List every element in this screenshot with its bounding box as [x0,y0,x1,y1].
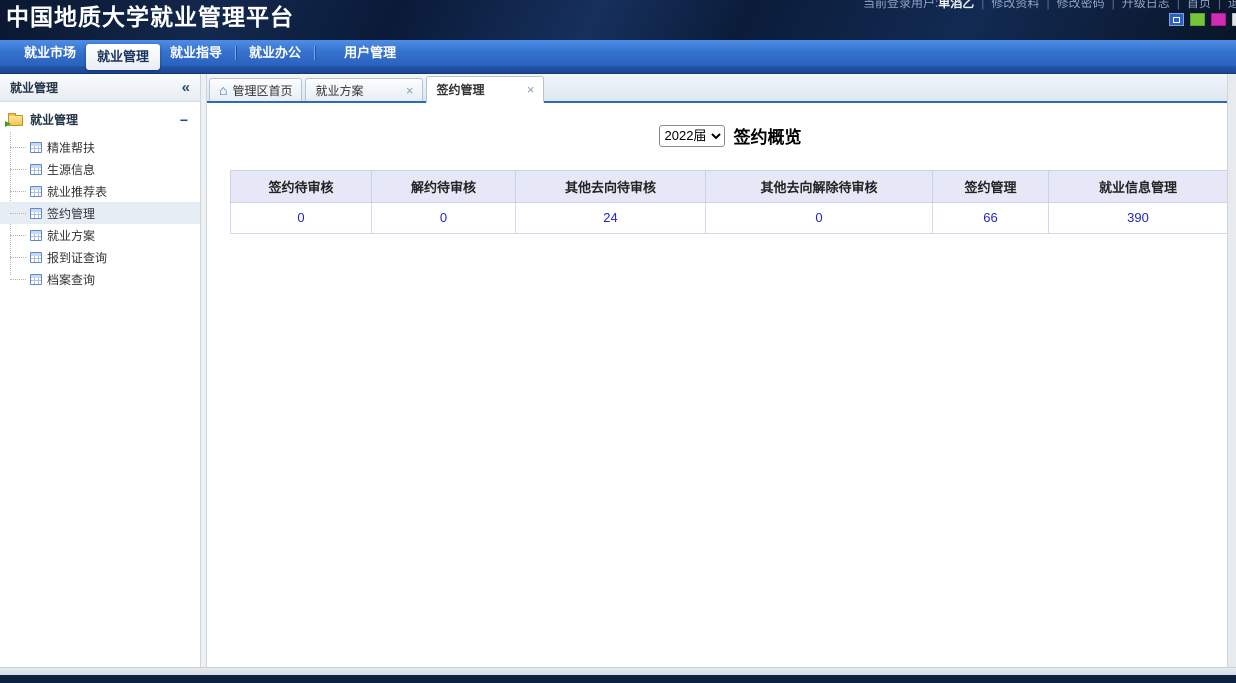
content-tabbar: ⌂ 管理区首页 就业方案 × 签约管理 × [207,74,1227,103]
current-user-label: 当前登录用户: [862,0,939,10]
change-password-link[interactable]: 修改密码 [1057,0,1105,10]
sidebar-item-employment-plan[interactable]: 就业方案 [0,224,200,246]
nav-item-employment-mgmt[interactable]: 就业管理 [86,44,161,70]
contract-overview-table: 签约待审核 解约待审核 其他去向待审核 其他去向解除待审核 签约管理 就业信息管… [230,170,1228,234]
sidebar-header: 就业管理 « [0,74,200,102]
value-link-contract-pending[interactable]: 0 [297,210,304,225]
value-link-other-destination-pending[interactable]: 24 [603,210,617,225]
col-header-termination-pending: 解约待审核 [371,170,516,203]
col-header-other-destination-pending: 其他去向待审核 [515,170,706,203]
overview-toolbar: 2022届 签约概览 [207,123,1227,148]
sidebar-item-archive-query[interactable]: 档案查询 [0,268,200,290]
home-link[interactable]: 首页 [1187,0,1211,10]
right-scroll-strip[interactable] [1227,74,1236,667]
edit-profile-link[interactable]: 修改资料 [991,0,1039,10]
sidebar-panel: 就业管理 « 就业管理 − 精准帮扶 生源信息 就业推荐表 签约管理 就业方案 … [0,74,200,667]
nav-item-user-mgmt[interactable]: 用户管理 [334,40,406,66]
nav-item-employment-office[interactable]: 就业办公 [239,40,311,66]
nav-underline-strip [0,66,1236,74]
table-icon [30,185,42,197]
table-header-row: 签约待审核 解约待审核 其他去向待审核 其他去向解除待审核 签约管理 就业信息管… [230,170,1228,203]
tab-admin-home[interactable]: ⌂ 管理区首页 [209,78,303,101]
value-link-other-destination-release-pending[interactable]: 0 [815,210,822,225]
logout-link[interactable]: 退出 [1228,0,1236,10]
col-header-contract-mgmt: 签约管理 [932,170,1049,203]
nav-item-career-guidance[interactable]: 就业指导 [160,40,232,66]
theme-swatch-blue[interactable] [1169,13,1184,26]
table-icon [30,273,42,285]
sidebar-item-recommendation-form[interactable]: 就业推荐表 [0,180,200,202]
tab-employment-plan[interactable]: 就业方案 × [305,78,424,101]
app-title: 中国地质大学就业管理平台 [6,4,294,30]
sidebar-tree-root[interactable]: 就业管理 − [0,102,200,134]
table-icon [30,207,42,219]
table-value-row: 0 0 24 0 66 390 [230,202,1228,234]
tree-collapse-minus-icon[interactable]: − [180,112,188,128]
col-header-employment-info-mgmt: 就业信息管理 [1048,170,1228,203]
app-window: 中国地质大学就业管理平台 当前登录用户:单滔乙 | 修改资料 | 修改密码 | 升级日志 | 首… [0,0,1236,683]
graduation-year-select[interactable]: 2022届 [658,124,725,147]
main-nav: 就业市场 就业管理 就业指导 就业办公 用户管理 [0,40,1236,70]
user-links-bar: 当前登录用户:单滔乙|修改资料|修改密码|升级日志|首页|退出 [863,0,1236,11]
sidebar-collapse-icon[interactable]: « [182,80,190,95]
sidebar-item-student-source-info[interactable]: 生源信息 [0,158,200,180]
app-header: 中国地质大学就业管理平台 当前登录用户:单滔乙 | 修改资料 | 修改密码 | 升级日志 | 首… [0,0,1236,40]
home-icon: ⌂ [219,82,228,98]
table-icon [30,229,42,241]
sidebar-item-precise-assistance[interactable]: 精准帮扶 [0,136,200,158]
tree-root-label: 就业管理 [30,113,79,127]
theme-swatch-green[interactable] [1190,13,1205,26]
sidebar-tree: 就业管理 − 精准帮扶 生源信息 就业推荐表 签约管理 就业方案 报到证查询 档… [0,102,200,290]
value-link-employment-info-mgmt[interactable]: 390 [1127,210,1149,225]
value-link-termination-pending[interactable]: 0 [440,210,447,225]
page-title: 签约概览 [733,128,802,147]
close-icon[interactable]: × [406,84,414,97]
sidebar-item-contract-mgmt[interactable]: 签约管理 [0,202,200,224]
col-header-other-destination-release-pending: 其他去向解除待审核 [705,170,933,203]
sidebar-panel-title: 就业管理 [10,81,59,95]
changelog-link[interactable]: 升级日志 [1122,0,1170,10]
table-icon [30,141,42,153]
close-icon[interactable]: × [527,83,535,96]
table-icon [30,163,42,175]
theme-swatch-magenta[interactable] [1211,13,1226,26]
theme-swatch-silver[interactable] [1232,13,1236,26]
status-bar [0,667,1236,675]
tab-contract-mgmt[interactable]: 签约管理 × [426,76,545,103]
nav-separator [314,46,316,60]
nav-item-job-market[interactable]: 就业市场 [14,40,86,66]
value-link-contract-mgmt[interactable]: 66 [983,210,997,225]
folder-icon [5,113,23,127]
bottom-bar [0,675,1236,683]
col-header-contract-pending: 签约待审核 [230,170,372,203]
sidebar-item-registration-card-query[interactable]: 报到证查询 [0,246,200,268]
table-icon [30,251,42,263]
current-username: 单滔乙 [938,0,975,10]
nav-separator [235,46,237,60]
sidebar-splitter[interactable] [200,74,207,667]
theme-swatches [1169,13,1236,26]
main-content: ⌂ 管理区首页 就业方案 × 签约管理 × 2022届 签约概览 签约待审核 解… [207,74,1228,667]
